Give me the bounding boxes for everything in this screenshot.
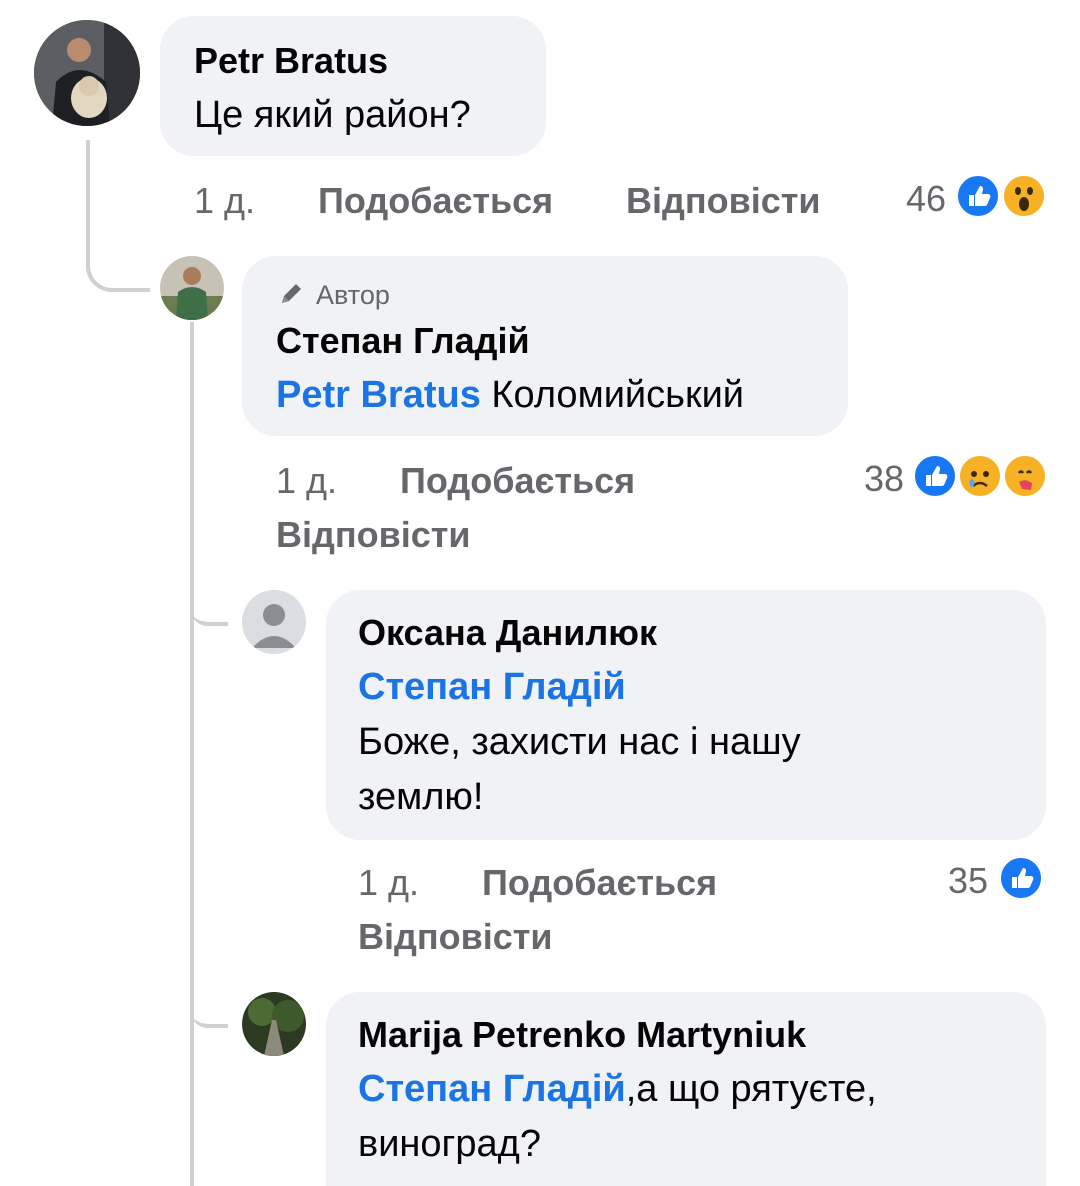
pencil-icon — [282, 284, 301, 303]
mention-link[interactable]: Степан Гладій — [358, 660, 626, 715]
avatar[interactable] — [34, 20, 140, 126]
comment-text: Це який район? — [194, 94, 471, 136]
like-button[interactable]: Подобається — [482, 862, 717, 904]
like-reaction-icon — [912, 453, 958, 499]
like-button[interactable]: Подобається — [318, 180, 553, 222]
avatar[interactable] — [242, 590, 306, 654]
comment-time[interactable]: 1 д. — [276, 460, 337, 502]
comment-author[interactable]: Степан Гладій — [276, 320, 530, 362]
comment-text: Petr Bratus Коломийський — [276, 368, 744, 423]
avatar-photo — [242, 992, 306, 1056]
wow-reaction-icon — [1001, 173, 1047, 219]
like-reaction-icon — [998, 855, 1044, 901]
comment-time[interactable]: 1 д. — [194, 180, 255, 222]
comment-text: Степан Гладій,а що рятуєте, — [358, 1062, 877, 1117]
like-reaction-icon — [955, 173, 1001, 219]
like-button[interactable]: Подобається — [400, 460, 635, 502]
mention-link[interactable]: Степан Гладій — [358, 1068, 626, 1110]
avatar[interactable] — [242, 992, 306, 1056]
care-reaction-icon — [1002, 453, 1048, 499]
reply-button[interactable]: Відповісти — [358, 916, 553, 958]
comment-author[interactable]: Оксана Данилюк — [358, 612, 657, 654]
reaction-count[interactable]: 35 — [930, 860, 988, 902]
default-avatar-icon — [252, 604, 296, 648]
mention-link[interactable]: Petr Bratus — [276, 374, 481, 416]
comment-time[interactable]: 1 д. — [358, 862, 419, 904]
avatar-photo — [34, 20, 140, 126]
comment-text-body: Коломийський — [480, 374, 745, 416]
comment-author[interactable]: Petr Bratus — [194, 40, 388, 82]
comment-text-line: виноград? — [358, 1123, 541, 1165]
thread-line-1 — [86, 140, 150, 292]
comment-text-line: землю! — [358, 776, 484, 818]
reply-button[interactable]: Відповісти — [626, 180, 821, 222]
reply-button[interactable]: Відповісти — [276, 514, 471, 556]
reaction-count[interactable]: 38 — [846, 458, 904, 500]
comment-text-line: Боже, захисти нас і нашу — [358, 721, 801, 763]
avatar[interactable] — [160, 256, 224, 320]
comment-text-body: ,а що рятуєте, — [625, 1068, 877, 1110]
comment-author[interactable]: Marija Petrenko Martyniuk — [358, 1014, 806, 1056]
avatar-photo — [160, 256, 224, 320]
author-badge-label: Автор — [316, 280, 390, 310]
thread-line-2 — [190, 322, 198, 1186]
sad-reaction-icon — [957, 453, 1003, 499]
reaction-count[interactable]: 46 — [888, 178, 946, 220]
